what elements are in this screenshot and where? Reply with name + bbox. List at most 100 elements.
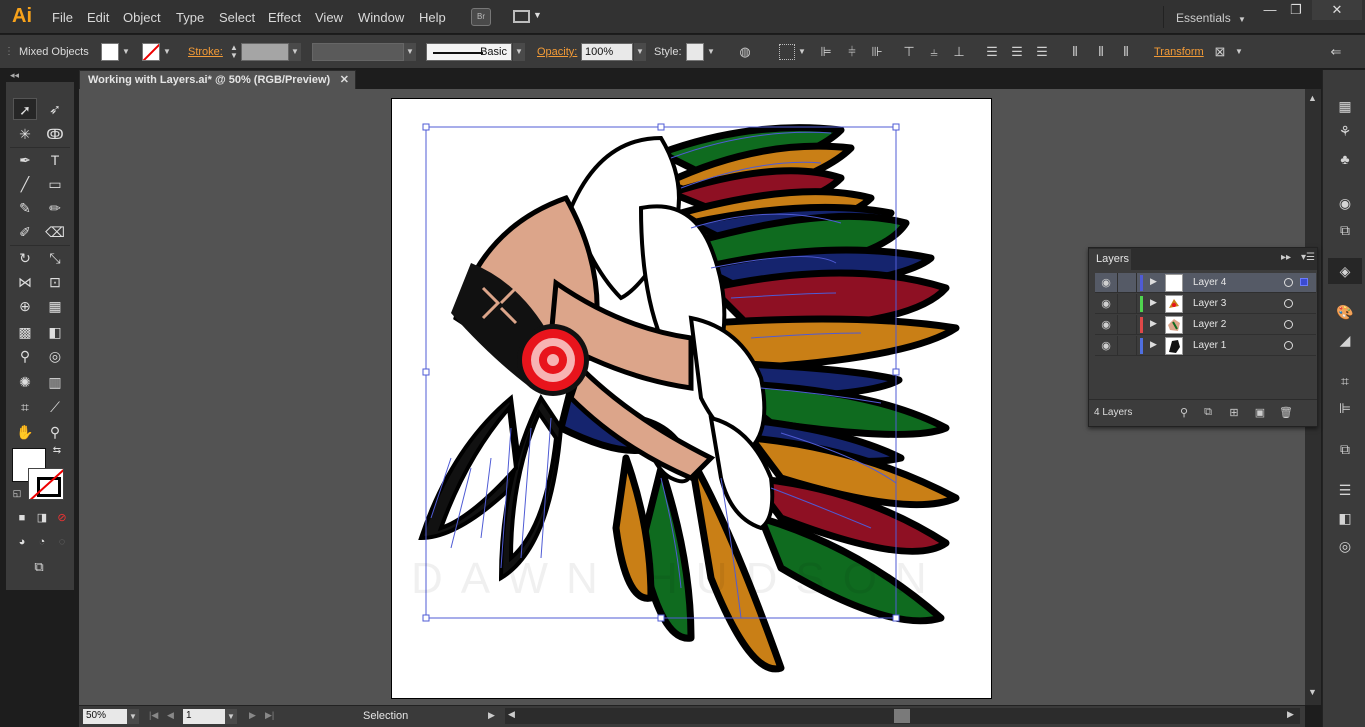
chevron-down-icon[interactable]: ▼ [634,43,646,61]
collapse-toolbox-icon[interactable]: ◂◂ [10,70,19,80]
layer-name[interactable]: Layer 3 [1193,298,1226,309]
status-menu-icon[interactable]: ▶ [488,710,495,721]
create-sublayer-icon[interactable]: ⊞ [1227,406,1241,420]
default-fill-stroke-icon[interactable]: ◱ [10,486,24,500]
align-icon[interactable]: ⊫ [1336,399,1354,417]
layer-row[interactable]: ◉ ▶ Layer 4 [1095,273,1316,293]
graphic-styles-icon[interactable]: ⧉ [1336,221,1354,239]
draw-inside-icon[interactable]: ◌ [54,534,70,550]
symbols-icon[interactable]: ♣ [1336,150,1354,168]
menu-effect[interactable]: Effect [268,10,301,25]
collapse-panel-icon[interactable]: ▸▸ [1281,252,1291,263]
direct-selection-tool-icon[interactable]: ➶ [43,98,67,120]
menu-object[interactable]: Object [123,10,161,25]
pathfinder-icon[interactable]: ⧉ [1336,440,1354,458]
rectangle-tool-icon[interactable]: ▭ [43,173,67,195]
lock-toggle[interactable] [1117,315,1137,335]
transparency-icon[interactable]: ◎ [1336,537,1354,555]
mesh-tool-icon[interactable]: ▩ [13,321,37,343]
magic-wand-tool-icon[interactable]: ✳ [13,123,37,145]
scroll-right-icon[interactable]: ▶ [1287,709,1294,720]
variable-width-profile[interactable] [312,43,404,61]
column-graph-tool-icon[interactable]: ▥ [43,371,67,393]
chevron-down-icon[interactable]: ▼ [705,43,717,61]
slice-tool-icon[interactable]: ⟋ [43,396,67,418]
create-new-layer-icon[interactable]: ▣ [1253,406,1267,420]
scroll-up-icon[interactable]: ▲ [1308,93,1317,103]
transform-icon[interactable]: ⌗ [1336,372,1354,390]
menu-view[interactable]: View [315,10,343,25]
target-circle-icon[interactable] [1284,278,1293,287]
pen-tool-icon[interactable]: ✒ [13,149,37,171]
menu-type[interactable]: Type [176,10,204,25]
hand-tool-icon[interactable]: ✋ [13,421,37,443]
opacity-input[interactable]: 100% [581,43,633,61]
workspace-switcher[interactable]: Essentials ▼ [1163,6,1249,28]
align-to-selection-icon[interactable] [779,44,795,60]
locate-object-icon[interactable]: ⚲ [1177,406,1191,420]
stroke-icon[interactable]: ☰ [1336,481,1354,499]
close-document-button[interactable]: ✕ [340,73,349,86]
current-tool-status[interactable]: Selection [363,710,408,722]
panel-options-icon[interactable]: ▾☰ [1301,252,1315,263]
brush-definition-field[interactable]: Basic [426,43,512,61]
stepper-icon[interactable]: ▲ ▼ [226,44,242,60]
graphic-style-swatch[interactable] [686,43,704,61]
draw-behind-icon[interactable]: ◔ [34,534,50,550]
lock-toggle[interactable] [1117,294,1137,314]
make-clipping-mask-icon[interactable]: ⧉ [1201,406,1215,420]
chevron-down-icon[interactable]: ▼ [513,43,525,61]
distribute-top-icon[interactable]: ☰ [984,44,1000,60]
eraser-tool-icon[interactable]: ⌫ [43,221,67,243]
gradient-mode-icon[interactable]: ◨ [34,510,50,526]
align-vertical-center-icon[interactable]: ⫨ [926,44,942,60]
first-artboard-icon[interactable]: |◀ [149,710,158,721]
gradient-tool-icon[interactable]: ◧ [43,321,67,343]
layer-row[interactable]: ◉ ▶ Layer 1 [1095,336,1316,356]
none-mode-icon[interactable]: ⊘ [54,510,70,526]
target-circle-icon[interactable] [1284,299,1293,308]
menu-file[interactable]: File [52,10,73,25]
appearance-icon[interactable]: ◉ [1336,194,1354,212]
arrange-documents-button[interactable]: ▼ [513,9,542,25]
panel-menu-icon[interactable]: ⇐ [1328,44,1344,60]
scroll-down-icon[interactable]: ▼ [1308,687,1317,697]
chevron-down-icon[interactable]: ▼ [404,43,416,61]
scroll-thumb[interactable] [894,709,910,723]
menu-select[interactable]: Select [219,10,255,25]
blend-tool-icon[interactable]: ◎ [43,345,67,367]
line-segment-tool-icon[interactable]: ╱ [13,173,37,195]
next-artboard-icon[interactable]: ▶ [249,710,256,721]
paintbrush-tool-icon[interactable]: ✎ [13,197,37,219]
shape-builder-tool-icon[interactable]: ⊕ [13,295,37,317]
layer-row[interactable]: ◉ ▶ Layer 3 [1095,294,1316,314]
menu-window[interactable]: Window [358,10,404,25]
horizontal-scrollbar[interactable]: ◀ ▶ [505,708,1300,724]
expand-triangle-icon[interactable]: ▶ [1150,297,1157,308]
stroke-weight-input[interactable] [241,43,289,61]
transform-label[interactable]: Transform [1154,46,1204,58]
align-right-icon[interactable]: ⊪ [869,44,885,60]
lock-toggle[interactable] [1117,273,1137,293]
delete-layer-icon[interactable]: 🗑 [1279,406,1293,420]
chevron-down-icon[interactable]: ▼ [225,709,237,724]
distribute-left-icon[interactable]: ⫴ [1067,44,1083,60]
pencil-tool-icon[interactable]: ✏ [43,197,67,219]
eye-icon[interactable]: ◉ [1098,276,1114,290]
menu-help[interactable]: Help [419,10,446,25]
distribute-bottom-icon[interactable]: ☰ [1034,44,1050,60]
distribute-vertical-center-icon[interactable]: ☰ [1009,44,1025,60]
headdress-artwork[interactable]: DAWN HUDSON [391,98,992,699]
recolor-artwork-icon[interactable]: ◍ [737,44,753,60]
minimize-button[interactable]: — [1256,0,1284,20]
perspective-grid-tool-icon[interactable]: ▦ [43,295,67,317]
blob-brush-tool-icon[interactable]: ✐ [13,221,37,243]
artboard-number-input[interactable]: 1 [183,709,225,724]
lock-toggle[interactable] [1117,336,1137,356]
menu-edit[interactable]: Edit [87,10,109,25]
layers-tab[interactable]: Layers [1089,249,1131,270]
eyedropper-tool-icon[interactable]: ⚲ [13,345,37,367]
color-guide-icon[interactable]: ◢ [1336,331,1354,349]
width-tool-icon[interactable]: ⋈ [13,271,37,293]
swatches-icon[interactable]: ▦ [1336,97,1354,115]
